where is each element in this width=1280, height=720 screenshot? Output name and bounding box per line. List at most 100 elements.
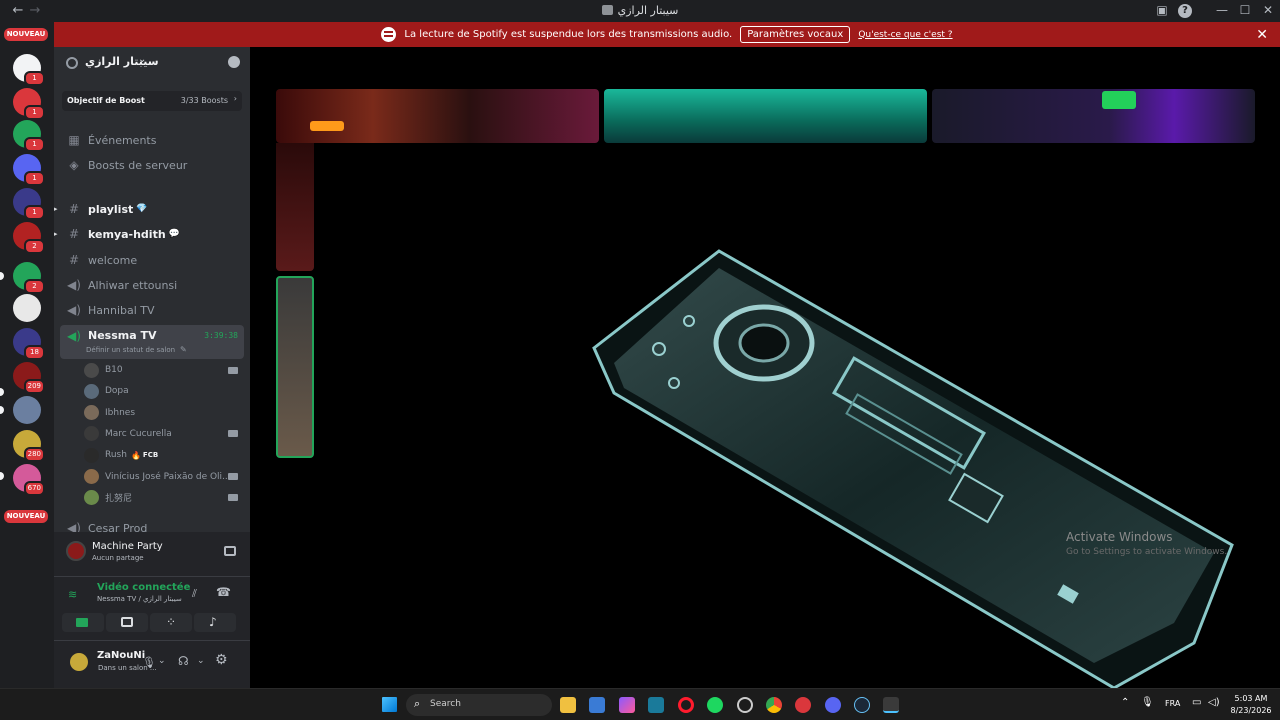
focused-stream[interactable]: Activate Windows Go to Settings to activ… bbox=[314, 143, 1280, 688]
server-icon[interactable]: 280 bbox=[13, 430, 45, 462]
unread-pill bbox=[0, 472, 4, 480]
server-icon[interactable]: 1 bbox=[13, 154, 45, 186]
unread-badge: 18 bbox=[24, 345, 45, 360]
user-avatar[interactable] bbox=[70, 653, 88, 671]
video-tile[interactable] bbox=[276, 89, 599, 143]
server-icon[interactable]: 1 bbox=[13, 188, 45, 220]
screen-share-icon[interactable] bbox=[224, 546, 236, 556]
start-icon[interactable] bbox=[382, 697, 397, 712]
language-indicator[interactable]: FRA bbox=[1165, 699, 1180, 708]
text-channel[interactable]: ▸ # playlist 💎 bbox=[54, 198, 244, 220]
antivirus-icon[interactable] bbox=[795, 697, 811, 713]
boost-goal[interactable]: Objectif de Boost 3/33 Boosts › bbox=[62, 91, 242, 111]
discord-icon[interactable] bbox=[825, 697, 841, 713]
server-icon[interactable]: 2 bbox=[13, 262, 45, 294]
disconnect-icon[interactable]: ☎ bbox=[216, 585, 231, 599]
search-placeholder: Search bbox=[430, 699, 461, 709]
maximize-button[interactable]: ☐ bbox=[1237, 3, 1253, 17]
server-icon[interactable]: 1 bbox=[13, 88, 45, 120]
calculator-icon[interactable] bbox=[648, 697, 664, 713]
soundboard-button[interactable]: ♪ bbox=[194, 613, 236, 632]
voice-member[interactable]: Marc Cucurella bbox=[84, 424, 244, 444]
call-timer: 3:39:38 bbox=[204, 331, 238, 340]
member-tag: FCB bbox=[142, 451, 159, 460]
store-icon[interactable] bbox=[589, 697, 605, 713]
server-icon[interactable]: 670 bbox=[13, 464, 45, 496]
inbox-icon[interactable]: ▣ bbox=[1154, 3, 1170, 17]
server-icon[interactable] bbox=[13, 294, 41, 322]
clock-date[interactable]: 8/23/2026 bbox=[1227, 706, 1275, 715]
spotify-icon[interactable] bbox=[707, 697, 723, 713]
voice-member[interactable]: Ibhnes bbox=[84, 403, 244, 423]
share-screen-button[interactable] bbox=[106, 613, 148, 632]
server-icon[interactable]: 18 bbox=[13, 328, 45, 360]
server-icon[interactable]: 1 bbox=[13, 54, 45, 86]
voice-channel[interactable]: ◀) Hannibal TV bbox=[60, 299, 244, 321]
voice-member[interactable]: Dopa bbox=[84, 381, 244, 401]
video-tile[interactable] bbox=[932, 89, 1255, 143]
search-box[interactable]: ⌕ Search bbox=[406, 694, 552, 716]
noise-suppression-icon[interactable]: ⫽ bbox=[192, 587, 197, 601]
add-user-icon[interactable] bbox=[228, 56, 240, 68]
gear-icon[interactable]: ⚙ bbox=[215, 652, 228, 668]
microphone-icon[interactable]: 🎙︎ bbox=[142, 656, 156, 669]
channel-label: playlist bbox=[88, 202, 134, 216]
opera-icon[interactable] bbox=[678, 697, 694, 713]
active-app-icon[interactable] bbox=[883, 697, 899, 713]
text-channel[interactable]: # welcome bbox=[60, 249, 244, 271]
voice-channel[interactable]: ◀) Alhiwar ettounsi bbox=[60, 274, 244, 296]
steam-like-icon[interactable] bbox=[737, 697, 753, 713]
video-tile[interactable] bbox=[276, 143, 314, 271]
steam-icon[interactable] bbox=[854, 697, 870, 713]
channel-emoji: 💬 bbox=[168, 229, 180, 239]
copilot-icon[interactable] bbox=[619, 697, 635, 713]
help-icon[interactable]: ? bbox=[1178, 4, 1192, 18]
video-tile[interactable] bbox=[604, 89, 927, 143]
user-name[interactable]: ZaNouNi bbox=[97, 650, 145, 661]
sidebar-menu-item[interactable]: ◈ Boosts de serveur bbox=[60, 154, 244, 176]
tray-chevron-icon[interactable]: ⌃ bbox=[1121, 697, 1129, 708]
close-icon[interactable]: ✕ bbox=[1256, 27, 1268, 43]
server-icon[interactable] bbox=[13, 396, 41, 424]
voice-channel-active[interactable]: ◀) Nessma TV 3:39:38 Définir un statut d… bbox=[60, 325, 244, 359]
avatar bbox=[84, 490, 99, 506]
text-channel[interactable]: ▸ # kemya-hdith 💬 bbox=[54, 223, 244, 245]
channel-status-hint[interactable]: Définir un statut de salon bbox=[86, 346, 175, 354]
server-icon[interactable]: 2 bbox=[13, 222, 45, 254]
server-header[interactable]: سيبتار الرازي ⌄ bbox=[54, 47, 250, 81]
voice-member[interactable]: Rush 🔥 FCB bbox=[84, 445, 244, 465]
edit-pencil-icon[interactable]: ✎ bbox=[180, 345, 187, 354]
voice-member[interactable]: Vinícius José Paixão de Oli... bbox=[84, 467, 244, 487]
voice-member[interactable]: B10 bbox=[84, 360, 244, 380]
unread-badge: 1 bbox=[24, 105, 45, 120]
activity-card[interactable]: Machine Party Aucun partage bbox=[62, 538, 242, 568]
network-icon[interactable]: ▭ bbox=[1192, 697, 1201, 708]
activities-button[interactable]: ⁘ bbox=[150, 613, 192, 632]
chevron-down-icon[interactable]: ⌄ bbox=[158, 656, 166, 666]
what-is-this-link[interactable]: Qu'est-ce que c'est ? bbox=[858, 30, 952, 40]
chevron-down-icon[interactable]: ⌄ bbox=[197, 656, 205, 666]
expand-arrow-icon[interactable]: ▸ bbox=[54, 205, 58, 213]
camera-button[interactable] bbox=[62, 613, 104, 632]
server-icon[interactable]: 1 bbox=[13, 120, 45, 152]
volume-icon[interactable]: ◁) bbox=[1208, 697, 1220, 708]
clock-time[interactable]: 5:03 AM bbox=[1229, 694, 1273, 703]
voice-location[interactable]: Nessma TV / سيبتار الرازي bbox=[97, 595, 182, 603]
server-icon[interactable]: 209 bbox=[13, 362, 45, 394]
microphone-icon[interactable]: 🎙︎ bbox=[1141, 697, 1154, 708]
expand-arrow-icon[interactable]: ▸ bbox=[54, 230, 58, 238]
voice-settings-button[interactable]: Paramètres vocaux bbox=[740, 26, 851, 43]
close-window-button[interactable]: ✕ bbox=[1260, 3, 1276, 17]
sidebar-menu-item[interactable]: ▦ Événements bbox=[60, 129, 244, 151]
chrome-icon[interactable] bbox=[766, 697, 782, 713]
file-explorer-icon[interactable] bbox=[560, 697, 576, 713]
video-tile-speaking[interactable] bbox=[276, 276, 314, 458]
minimize-button[interactable]: — bbox=[1214, 3, 1230, 17]
headphones-icon[interactable]: ☊ bbox=[178, 654, 189, 668]
soundboard-icon: ♪ bbox=[209, 615, 217, 629]
voice-status[interactable]: Vidéo connectée bbox=[97, 582, 190, 593]
divider bbox=[54, 576, 250, 577]
activation-watermark-sub: Go to Settings to activate Windows. bbox=[1066, 547, 1228, 557]
unread-pill bbox=[0, 272, 4, 280]
voice-member[interactable]: 扎努尼 bbox=[84, 488, 244, 508]
